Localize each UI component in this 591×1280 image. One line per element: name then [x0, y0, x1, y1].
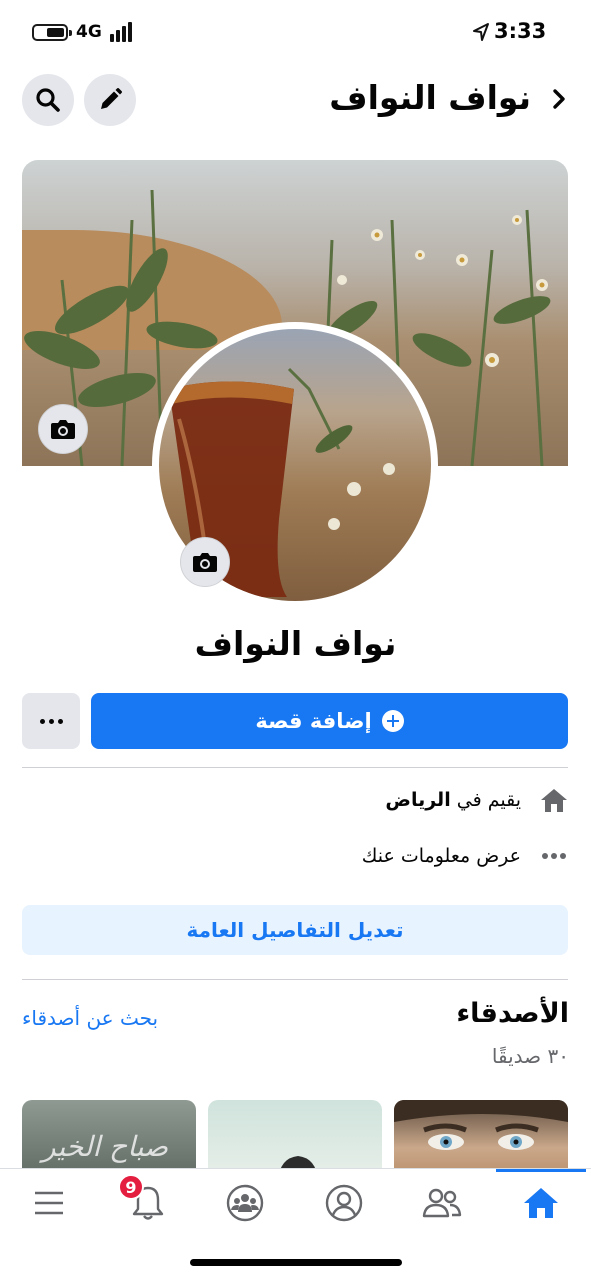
notifications-badge: 9: [118, 1174, 144, 1200]
chevron-right-icon[interactable]: [547, 84, 571, 114]
friends-count: ٣٠ صديقًا: [491, 1044, 569, 1068]
search-icon: [36, 88, 60, 112]
menu-icon: [35, 1191, 63, 1215]
home-indicator: [190, 1259, 402, 1266]
divider: [22, 767, 568, 768]
profile-name: نواف النواف: [194, 624, 397, 663]
add-story-label: إضافة قصة: [255, 709, 372, 733]
see-about-row[interactable]: عرض معلومات عنك: [362, 836, 569, 876]
nav-friends[interactable]: [412, 1179, 472, 1227]
status-bar: 4G 3:33: [0, 0, 591, 64]
status-time: 3:33: [494, 19, 547, 43]
page-title: نواف النواف: [329, 78, 531, 117]
add-story-button[interactable]: إضافة قصة: [91, 693, 568, 749]
lives-in-city: الرياض: [385, 789, 451, 811]
profile-icon: [325, 1184, 363, 1222]
active-tab-indicator: [496, 1169, 586, 1172]
home-icon: [524, 1188, 558, 1218]
edit-public-details-button[interactable]: تعديل التفاصيل العامة: [22, 905, 568, 955]
cover-camera-button[interactable]: [38, 404, 88, 454]
camera-icon: [51, 420, 75, 439]
find-friends-link[interactable]: بحث عن أصدقاء: [22, 1006, 158, 1030]
pencil-icon: [101, 88, 122, 109]
friends-icon: [422, 1188, 462, 1218]
nav-profile[interactable]: [314, 1179, 374, 1227]
nav-menu[interactable]: [19, 1179, 79, 1227]
more-icon: [39, 718, 45, 724]
signal-icon: [110, 22, 138, 42]
home-icon: [539, 785, 569, 815]
groups-icon: [226, 1184, 264, 1222]
avatar-camera-button[interactable]: [180, 537, 230, 587]
friends-section-title: الأصدقاء: [456, 998, 569, 1029]
location-arrow-icon: [473, 23, 489, 41]
ellipsis-icon: [539, 841, 569, 871]
divider: [22, 979, 568, 980]
camera-icon: [193, 553, 217, 572]
edit-profile-button[interactable]: [84, 74, 136, 126]
profile-header: نواف النواف: [0, 70, 591, 132]
network-type: 4G: [76, 22, 102, 42]
plus-circle-icon: [381, 710, 404, 732]
battery-icon: [32, 24, 72, 41]
nav-home[interactable]: [511, 1179, 571, 1227]
see-about-label: عرض معلومات عنك: [361, 845, 521, 867]
search-button[interactable]: [22, 74, 74, 126]
friend-thumbnail-script: صباح الخير: [42, 1130, 169, 1163]
nav-groups[interactable]: [215, 1179, 275, 1227]
lives-in-text: يقيم في الرياض: [385, 789, 521, 811]
lives-in-row: يقيم في الرياض: [385, 780, 569, 820]
more-options-button[interactable]: [22, 693, 80, 749]
